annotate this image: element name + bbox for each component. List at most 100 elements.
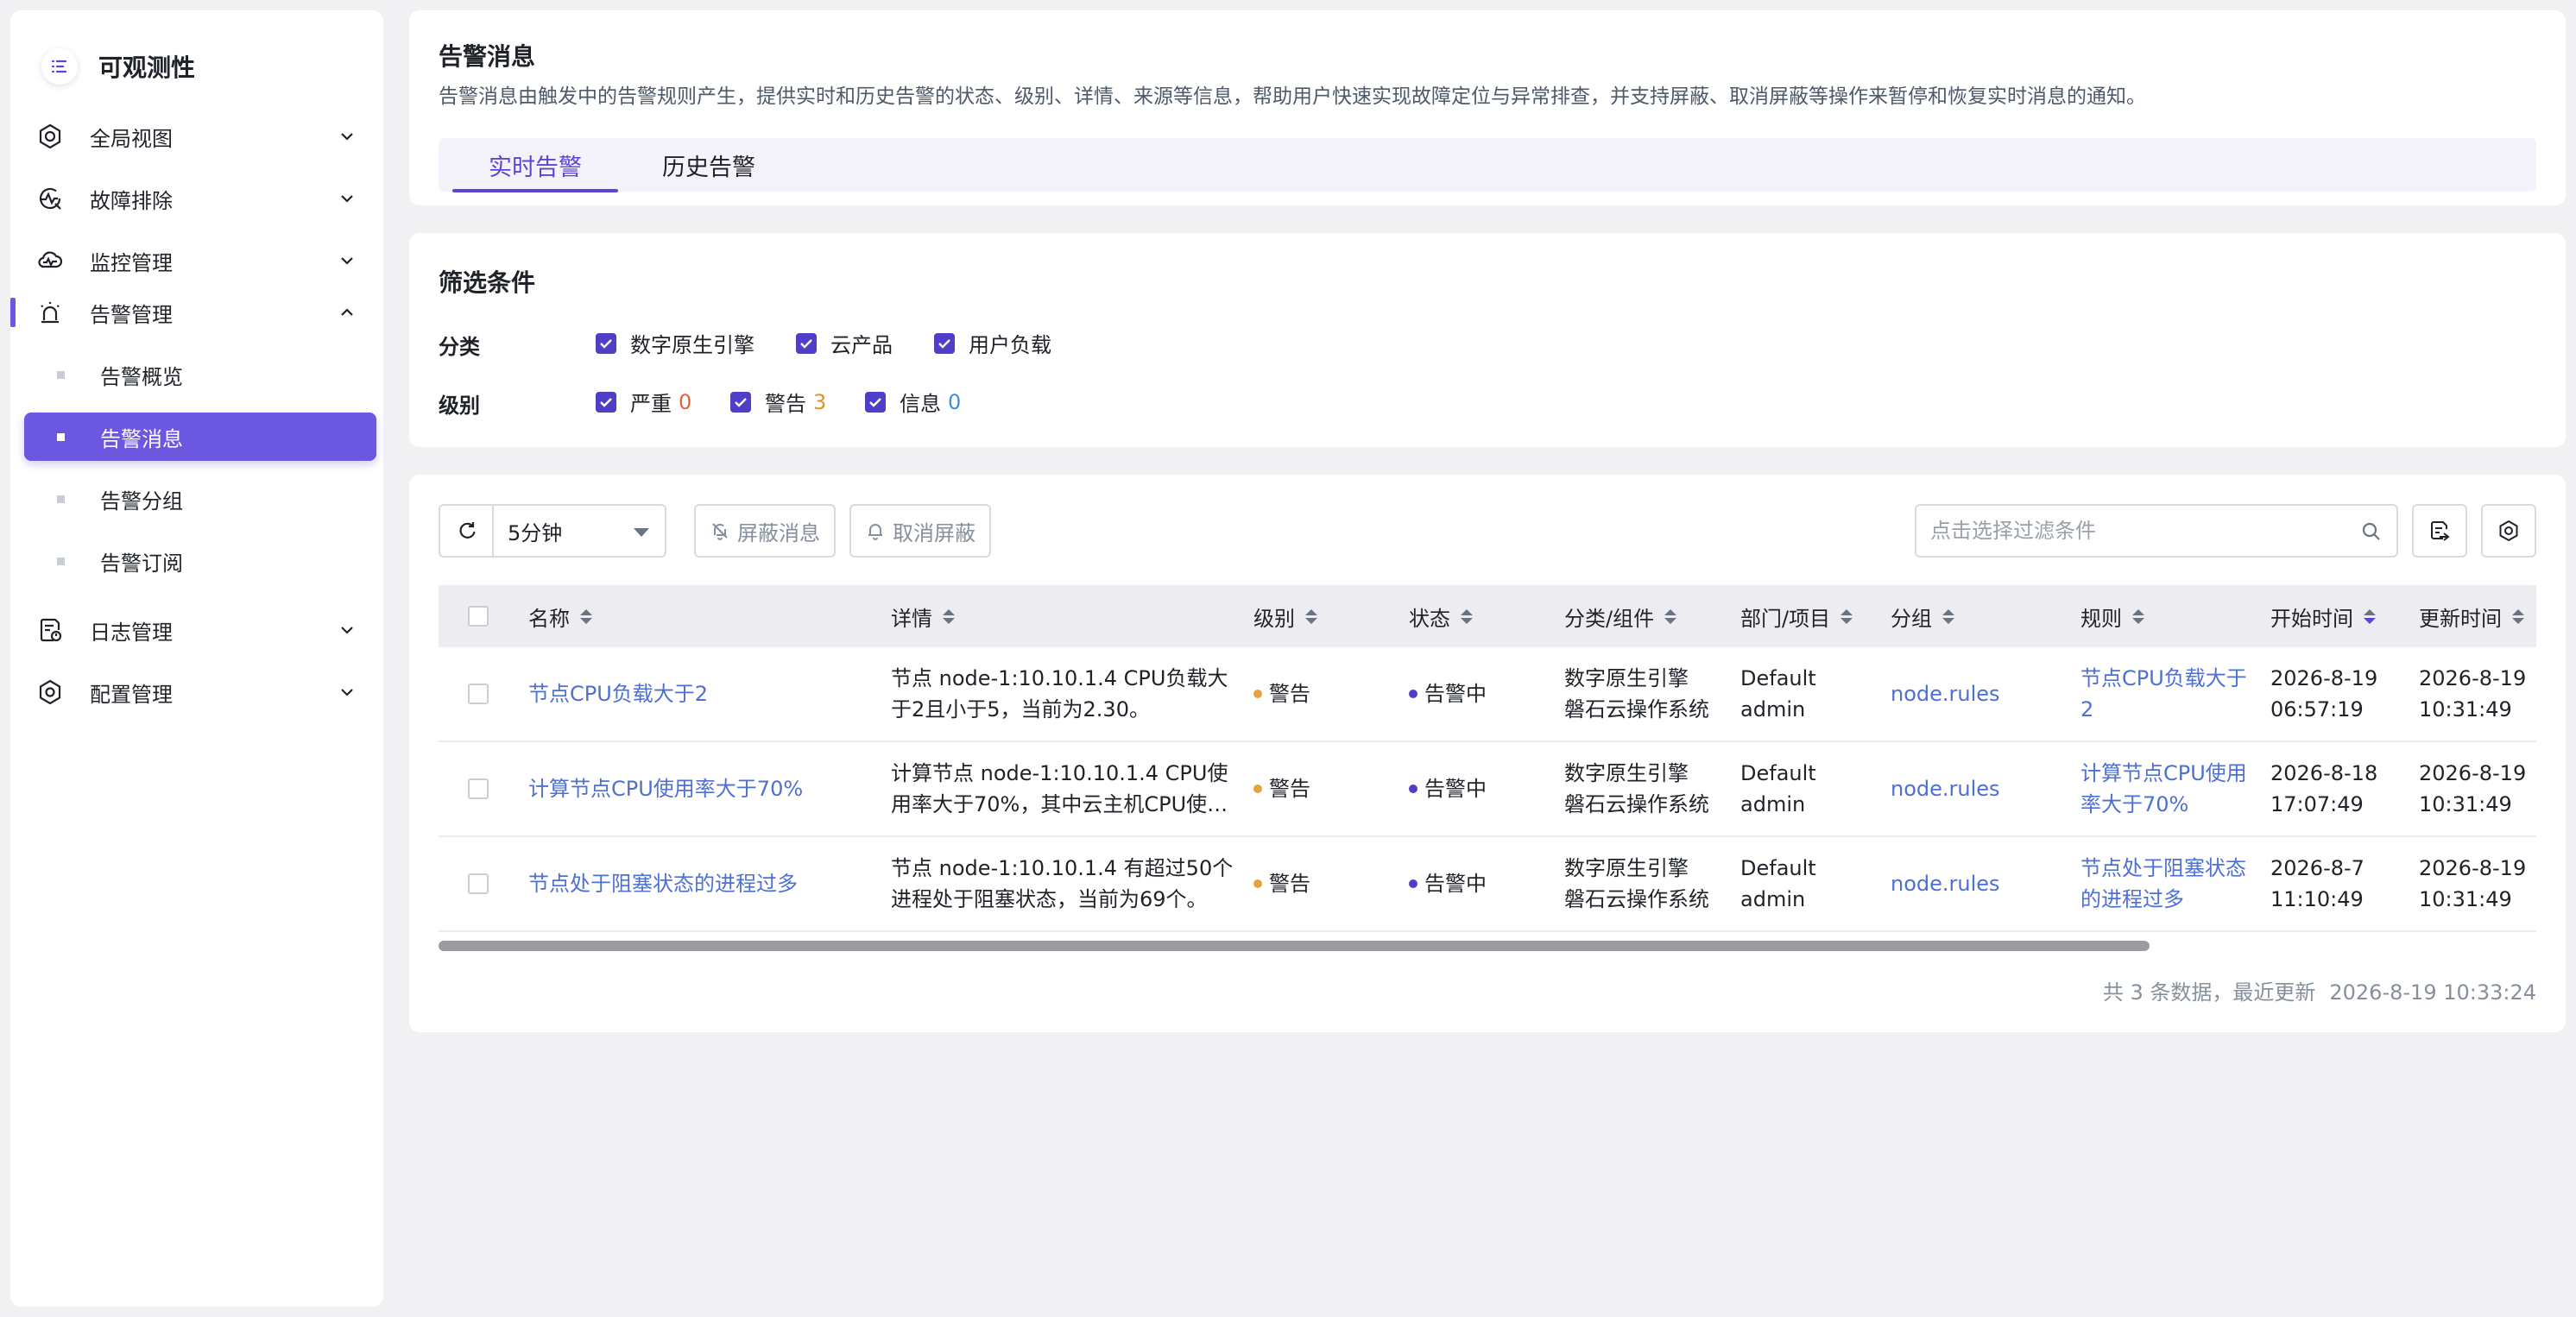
alert-category: 数字原生引擎 磐石云操作系统 [1564,647,1737,740]
menu-list-icon[interactable] [41,48,78,85]
export-button[interactable] [2412,504,2467,558]
chevron-down-icon [341,195,353,203]
alert-name-link[interactable]: 节点处于阻塞状态的进程过多 [528,837,874,930]
alert-rule-link[interactable]: 节点CPU负载大于2 [2080,647,2253,740]
tab-realtime-alerts[interactable]: 实时告警 [452,138,618,192]
table-header: 名称 详情 级别 状态 分类/组件 部门/项目 分组 规则 开始时间 更新时间 [439,585,2536,647]
sidebar-item-label: 日志管理 [90,620,173,645]
sort-desc-icon [2364,608,2376,624]
level-checkbox-warning[interactable]: 警告 3 [730,387,826,417]
level-count-critical: 0 [679,389,692,414]
column-header-group[interactable]: 分组 [1891,585,1954,647]
interval-value: 5分钟 [508,520,563,545]
level-count-info: 0 [948,389,962,414]
alert-level: 警告 [1253,742,1400,835]
checkbox-checked-icon [934,332,955,354]
category-checkbox-cloud-products[interactable]: 云产品 [796,328,893,358]
alert-group-link[interactable]: node.rules [1891,837,2072,930]
chevron-down-icon [341,689,353,696]
mute-messages-button[interactable]: 屏蔽消息 [694,504,836,558]
row-checkbox[interactable] [468,873,489,894]
alert-group-link[interactable]: node.rules [1891,742,2072,835]
page-description: 告警消息由触发中的告警规则产生，提供实时和历史告警的状态、级别、详情、来源等信息… [439,85,2146,108]
caret-down-icon [634,528,649,537]
column-header-name[interactable]: 名称 [528,585,592,647]
sidebar-item-troubleshoot[interactable]: 故障排除 [10,174,383,223]
sort-icon [1664,608,1677,624]
column-title: 级别 [1253,606,1295,631]
sort-icon [1942,608,1954,624]
column-title: 详情 [891,606,932,631]
filter-search-input[interactable] [1930,519,2345,543]
row-checkbox[interactable] [468,684,489,704]
alert-rule-link[interactable]: 计算节点CPU使用率大于70% [2080,742,2253,835]
bell-icon [868,524,882,540]
sidebar-subitem-alert-groups[interactable]: 告警分组 [24,475,376,523]
select-all-checkbox[interactable] [468,606,489,627]
horizontal-scrollbar[interactable] [439,941,2150,951]
refresh-button[interactable] [439,504,494,558]
sidebar-item-alert-management[interactable]: 告警管理 [10,288,383,337]
category-text: 数字原生引擎 [1564,666,1689,690]
category-checkbox-native-engine[interactable]: 数字原生引擎 [596,328,754,358]
column-header-detail[interactable]: 详情 [891,585,955,647]
unmute-button[interactable]: 取消屏蔽 [849,504,991,558]
sidebar-item-global-view[interactable]: 全局视图 [10,112,383,161]
table-row: 节点处于阻塞状态的进程过多 节点 node-1:10.10.1.4 有超过50个… [439,837,2536,932]
warning-dot-icon [1253,785,1262,793]
sidebar-subitem-alert-subscriptions[interactable]: 告警订阅 [24,537,376,585]
alert-name-link[interactable]: 节点CPU负载大于2 [528,647,874,740]
sidebar-item-label: 故障排除 [90,188,173,213]
level-label: 级别 [439,394,480,418]
sidebar-item-logs[interactable]: 日志管理 [10,606,383,654]
sort-icon [2132,608,2144,624]
filter-search[interactable] [1915,504,2398,558]
alert-rule-link[interactable]: 节点处于阻塞状态的进程过多 [2080,837,2253,930]
search-icon[interactable] [2360,520,2383,543]
alarm-light-icon [41,302,60,324]
sidebar-subitem-alert-overview[interactable]: 告警概览 [24,350,376,399]
level-text: 警告 [1269,682,1310,706]
column-header-start-time[interactable]: 开始时间 [2270,585,2376,647]
sidebar-subitem-alert-messages[interactable]: 告警消息 [24,413,376,461]
checkbox-label: 信息 [900,392,941,416]
sidebar-item-settings[interactable]: 配置管理 [10,668,383,716]
refresh-interval-select[interactable]: 5分钟 [492,504,666,558]
alert-name-link[interactable]: 计算节点CPU使用率大于70% [528,742,874,835]
chevron-down-icon [341,257,353,265]
table-settings-button[interactable] [2481,504,2536,558]
alerts-table-card: 5分钟 屏蔽消息 取消屏蔽 名称 详情 级别 状态 分类/组件 部门/项目 分组… [409,475,2566,1032]
tab-history-alerts[interactable]: 历史告警 [627,138,791,192]
column-title: 名称 [528,606,570,631]
category-label: 分类 [439,335,480,359]
alert-category: 数字原生引擎 磐石云操作系统 [1564,837,1737,930]
column-header-rule[interactable]: 规则 [2080,585,2144,647]
start-time: 17:07:49 [2270,792,2364,816]
level-checkbox-critical[interactable]: 严重 0 [596,387,691,417]
column-header-state[interactable]: 状态 [1409,585,1473,647]
alert-start-time: 2026-8-19 06:57:19 [2270,647,2409,740]
column-header-department[interactable]: 部门/项目 [1740,585,1853,647]
column-header-level[interactable]: 级别 [1253,585,1317,647]
alert-state: 告警中 [1409,742,1556,835]
header-card: 告警消息 告警消息由触发中的告警规则产生，提供实时和历史告警的状态、级别、详情、… [409,10,2566,205]
column-header-category[interactable]: 分类/组件 [1564,585,1677,647]
row-checkbox[interactable] [468,778,489,799]
hexagon-gear-icon [39,123,61,149]
warning-dot-icon [1253,879,1262,888]
column-header-update-time[interactable]: 更新时间 [2419,585,2524,647]
department-text: Default [1740,666,1816,690]
category-checkbox-user-workload[interactable]: 用户负载 [934,328,1051,358]
alert-update-time: 2026-8-19 10:31:49 [2419,837,2536,930]
bullet-icon [57,557,65,565]
bullet-icon [57,432,65,441]
sort-icon [1840,608,1853,624]
level-checkbox-info[interactable]: 信息 0 [865,387,961,417]
alert-group-link[interactable]: node.rules [1891,647,2072,740]
category-text: 数字原生引擎 [1564,761,1689,785]
sidebar-item-monitoring[interactable]: 监控管理 [10,236,383,285]
column-title: 开始时间 [2270,606,2353,631]
table-row: 计算节点CPU使用率大于70% 计算节点 node-1:10.10.1.4 CP… [439,742,2536,837]
level-text: 警告 [1269,777,1310,801]
checkbox-label: 严重 [630,392,672,416]
